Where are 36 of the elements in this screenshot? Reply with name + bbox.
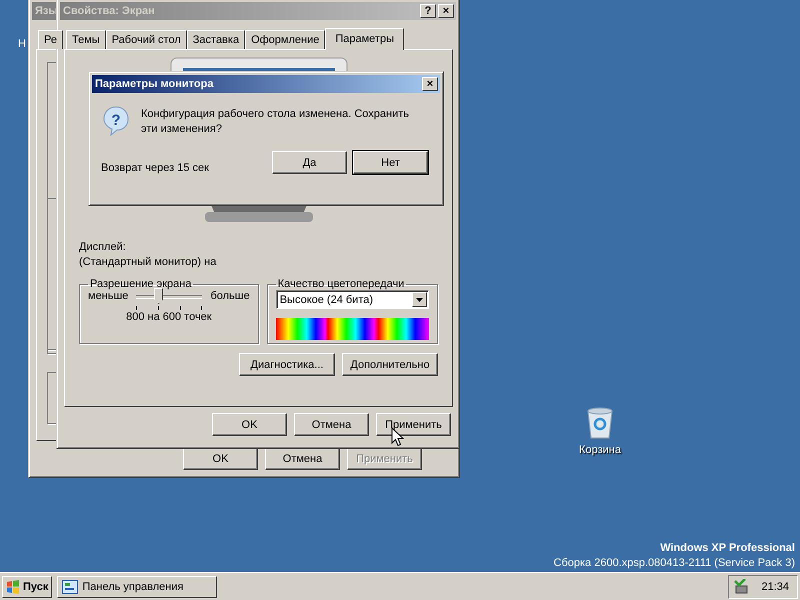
resolution-value: 800 на 600 точек [125,311,213,323]
os-build-text: Сборка 2600.xpsp.080413-2111 (Service Pack 3) [554,556,795,571]
os-edition-text: Windows XP Professional [660,541,795,556]
countdown-text: Возврат через 15 сек [101,162,209,174]
dialog-button[interactable]: Отмена [294,413,369,436]
dialog-button[interactable]: Да [272,151,347,174]
dialog-button[interactable]: Нет [353,151,428,174]
dialog-button[interactable]: OK [183,447,258,470]
color-quality-dropdown[interactable]: Высокое (24 бита) [276,290,429,309]
dialog-button[interactable]: Отмена [265,447,340,470]
tab[interactable]: Ре [38,30,63,49]
desktop-icon-label[interactable]: Н [18,38,26,50]
start-button[interactable]: Пуск [2,576,52,598]
tab[interactable]: Рабочий стол [106,30,187,49]
close-button[interactable]: × [422,77,438,91]
panel-button[interactable]: Дополнительно [342,353,438,376]
question-icon: ? [102,105,130,137]
dialog-title: Параметры монитора [95,78,214,90]
dialog-button[interactable]: OK [212,413,287,436]
desktop-icon-label[interactable]: Корзина [579,444,621,456]
display-value: (Стандартный монитор) на [79,255,218,270]
clock[interactable]: 21:34 [761,580,789,592]
group-title: Качество цветопередачи [276,278,406,290]
slider-min-label: меньше [88,290,128,304]
group-title: Разрешение экрана [89,278,192,290]
window-title: Свойства: Экран [63,5,155,17]
dialog-button[interactable]: Применить [376,413,451,436]
tab[interactable]: Оформление [245,30,326,49]
dialog-message: Конфигурация рабочего стола изменена. Сохранить эти изменения? [141,107,410,137]
taskbar-button[interactable]: Панель управления [57,576,218,598]
tab[interactable]: Параметры [325,28,404,50]
tab[interactable]: Темы [66,30,106,49]
display-label: Дисплей: [79,240,127,255]
slider-max-label: больше [210,289,250,304]
panel-button[interactable]: Диагностика... [239,353,335,376]
tab[interactable]: Заставка [186,30,246,49]
